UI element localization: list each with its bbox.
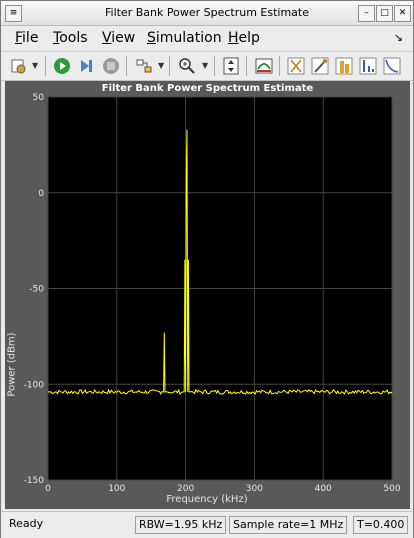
menu-simulation[interactable]: Simulation [147,30,222,46]
toolbar-separator [246,56,247,76]
stop-icon[interactable] [101,56,121,76]
status-time: T=0.400 [353,516,409,534]
menu-view[interactable]: View [102,30,135,46]
toolbar-separator [126,56,127,76]
step-forward-icon[interactable] [76,56,96,76]
y-tick-label: -150 [24,476,45,486]
status-sample-rate: Sample rate=1 MHz [229,516,348,534]
toolbar: ▼ ▼ ▼ [1,51,413,81]
run-icon[interactable] [52,56,72,76]
toolbar-separator [169,56,170,76]
menu-tools[interactable]: Tools [53,30,88,46]
peak-finder-icon[interactable] [310,56,330,76]
maximize-icon[interactable]: □ [376,5,393,22]
x-tick-label: 500 [383,484,400,494]
y-axis-label: Power (dBm) [6,332,18,397]
zoom-in-icon[interactable] [177,56,197,76]
toolbar-separator [45,56,46,76]
x-tick-label: 300 [246,484,263,494]
y-tick-label: -100 [24,380,45,390]
y-tick-label: 0 [38,189,44,199]
status-rbw: RBW=1.95 kHz [135,516,227,534]
x-tick-label: 200 [177,484,194,494]
y-tick-label: -50 [29,285,44,295]
zoom-dropdown-icon[interactable]: ▼ [202,61,208,70]
distortion-measurements-icon[interactable] [358,56,378,76]
toolbar-separator [214,56,215,76]
menu-help[interactable]: Help [228,30,260,46]
x-tick-label: 400 [315,484,332,494]
status-bar: Ready RBW=1.95 kHz Sample rate=1 MHz T=0… [1,511,413,538]
plot-frame: Filter Bank Power Spectrum Estimate 0 100… [5,81,410,509]
window-title: Filter Bank Power Spectrum Estimate [104,6,309,19]
dock-icon[interactable]: ↘ [394,31,403,44]
scale-axes-icon[interactable] [221,56,241,76]
channel-measurements-icon[interactable] [334,56,354,76]
spectrum-chart[interactable]: 0 100 200 300 400 500500-50-100-150 [5,81,410,509]
scope-window: ≡ Filter Bank Power Spectrum Estimate – … [0,0,414,538]
minimize-icon[interactable]: – [358,5,375,22]
cursor-measurements-icon[interactable] [286,56,306,76]
status-state: Ready [9,517,44,530]
menu-bar: File Tools View Simulation Help ↘ [1,26,413,49]
toolbar-separator [279,56,280,76]
menu-file[interactable]: File [15,30,38,46]
spectrum-settings-icon[interactable] [254,56,274,76]
close-icon[interactable]: ✕ [394,5,411,22]
title-bar: ≡ Filter Bank Power Spectrum Estimate – … [1,1,413,26]
x-tick-label: 0 [45,484,51,494]
y-tick-label: 50 [33,93,45,103]
settings-icon[interactable] [9,56,29,76]
highlight-dropdown-icon[interactable]: ▼ [158,61,164,70]
ccdf-icon[interactable] [382,56,402,76]
x-axis-label: Frequency (kHz) [166,494,248,505]
highlight-signal-icon[interactable] [134,56,154,76]
settings-dropdown-icon[interactable]: ▼ [32,61,38,70]
x-tick-label: 100 [108,484,125,494]
